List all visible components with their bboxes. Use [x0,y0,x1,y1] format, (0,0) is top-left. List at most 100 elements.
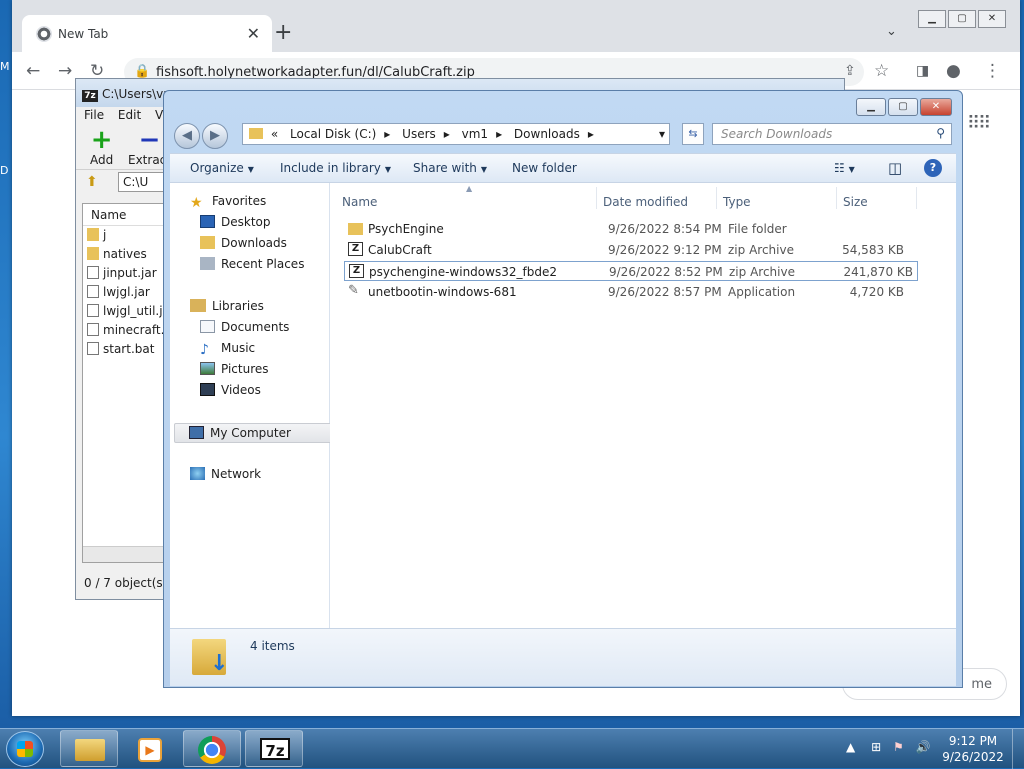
horizontal-scrollbar[interactable] [83,546,171,562]
new-folder-button[interactable]: New folder [512,161,577,175]
file-row[interactable]: ✎ unetbootin-windows-681 9/26/2022 8:57 … [344,282,918,302]
address-dropdown-icon[interactable]: ▾ [659,127,665,141]
nav-network[interactable]: Network [190,467,348,487]
taskbar-media-player[interactable]: ▶ [121,730,179,767]
7zip-column-name[interactable]: Name [83,204,171,226]
menu-dots-icon[interactable]: ⋮ [984,62,1001,80]
star-icon: ★ [190,195,203,211]
breadcrumb-users[interactable]: Users [402,127,436,141]
column-header-type[interactable]: Type [723,195,751,209]
bookmark-star-icon[interactable]: ☆ [874,62,889,80]
profile-icon[interactable]: ● [946,62,961,80]
breadcrumb-downloads[interactable]: Downloads [514,127,580,141]
breadcrumb-overflow[interactable]: « [271,127,278,141]
file-row[interactable]: Z CalubCraft 9/26/2022 9:12 PM zip Archi… [344,240,918,260]
taskbar-explorer[interactable] [60,730,118,767]
address-bar[interactable]: « Local Disk (C:) ▸ Users ▸ vm1 ▸ Downloads… [242,123,670,145]
dropdown-arrow-icon: ▼ [247,165,254,174]
file-size: 4,720 KB [849,285,904,299]
list-item[interactable]: start.bat [83,340,171,359]
refresh-button[interactable]: ⇆ [682,123,704,145]
menu-view[interactable]: V [155,108,163,122]
file-type: zip Archive [729,265,795,279]
organize-button[interactable]: Organize ▼ [190,161,254,175]
add-label: Add [90,153,114,167]
column-header-size[interactable]: Size [843,195,868,209]
add-button[interactable]: + Add [90,127,113,167]
minimize-button[interactable]: ▁ [856,98,886,116]
close-button[interactable]: ✕ [978,10,1006,28]
folder-icon [87,247,99,260]
forward-button[interactable]: ▶ [202,123,228,149]
column-divider[interactable] [716,187,717,209]
help-icon[interactable]: ? [924,159,942,177]
close-button[interactable]: ✕ [920,98,952,116]
apps-grid-icon[interactable]: ⠿⠿ [967,113,991,134]
forward-icon[interactable]: → [58,62,72,80]
downloads-folder-icon [200,236,215,249]
new-tab-button[interactable]: + [274,22,292,44]
taskbar-7zip[interactable]: 7z [245,730,303,767]
side-panel-icon[interactable]: ◨ [916,62,929,80]
list-item[interactable]: lwjgl.jar [83,283,171,302]
network-icon [190,467,205,480]
file-row[interactable]: PsychEngine 9/26/2022 8:54 PM File folde… [344,219,918,239]
file-name: psychengine-windows32_fbde2 [369,265,557,279]
column-divider[interactable] [836,187,837,209]
list-item[interactable]: jinput.jar [83,264,171,283]
chevron-right-icon[interactable]: ▸ [384,127,390,141]
search-input[interactable]: Search Downloads ⚲ [712,123,952,145]
nav-libraries[interactable]: Libraries [190,299,348,319]
show-desktop-button[interactable] [1012,729,1024,769]
chevron-right-icon[interactable]: ▸ [496,127,502,141]
back-button[interactable]: ◀ [174,123,200,149]
column-divider[interactable] [916,187,917,209]
list-item[interactable]: lwjgl_util.ja [83,302,171,321]
menu-edit[interactable]: Edit [118,108,141,122]
action-center-icon[interactable]: ⚑ [893,740,904,754]
show-hidden-icons-icon[interactable]: ▲ [846,740,855,754]
volume-icon[interactable]: 🔊 [916,740,931,754]
breadcrumb-local-disk[interactable]: Local Disk (C:) [290,127,376,141]
preview-pane-icon[interactable]: ◫ [888,159,902,177]
maximize-button[interactable]: ▢ [948,10,976,28]
include-in-library-button[interactable]: Include in library ▼ [280,161,391,175]
explorer-window-controls: ▁ ▢ ✕ [856,98,952,116]
network-status-icon[interactable]: ⊞ [871,740,881,754]
chevron-right-icon[interactable]: ▸ [588,127,594,141]
tab-new-tab[interactable]: New Tab ✕ [22,15,272,52]
list-item[interactable]: minecraft.j [83,321,171,340]
chevron-right-icon[interactable]: ▸ [444,127,450,141]
clock[interactable]: 9:12 PM 9/26/2022 [936,733,1010,765]
column-header-name[interactable]: Name [342,195,377,209]
file-row[interactable]: Z psychengine-windows32_fbde2 9/26/2022 … [344,261,918,281]
list-item[interactable]: j [83,226,171,245]
share-with-button[interactable]: Share with ▼ [413,161,487,175]
up-folder-icon[interactable]: ⬆ [86,174,98,190]
column-header-date[interactable]: Date modified [603,195,688,209]
start-button[interactable] [6,731,44,767]
taskbar-chrome[interactable] [183,730,241,767]
menu-file[interactable]: File [84,108,104,122]
nav-favorites[interactable]: ★ Favorites [190,194,348,214]
search-icon[interactable]: ⚲ [936,126,945,140]
tab-search-icon[interactable]: ⌄ [886,24,897,39]
file-date: 9/26/2022 8:57 PM [608,285,722,299]
tab-close-icon[interactable]: ✕ [247,24,260,43]
list-item[interactable]: natives [83,245,171,264]
minimize-button[interactable]: ▁ [918,10,946,28]
breadcrumb-vm1[interactable]: vm1 [462,127,488,141]
share-icon[interactable]: ⇪ [844,62,856,80]
maximize-button[interactable]: ▢ [888,98,918,116]
column-divider[interactable] [596,187,597,209]
change-view-icon[interactable]: ☷ ▼ [834,161,855,175]
clock-date: 9/26/2022 [942,750,1004,764]
file-icon [87,285,99,298]
videos-icon [200,383,215,396]
download-arrow-icon: ↓ [210,651,229,676]
nav-my-computer[interactable]: My Computer [174,423,332,443]
back-icon[interactable]: ← [26,62,40,80]
media-player-icon: ▶ [138,738,162,762]
7zip-logo-icon: 7z [82,90,98,102]
folder-icon [87,228,99,241]
